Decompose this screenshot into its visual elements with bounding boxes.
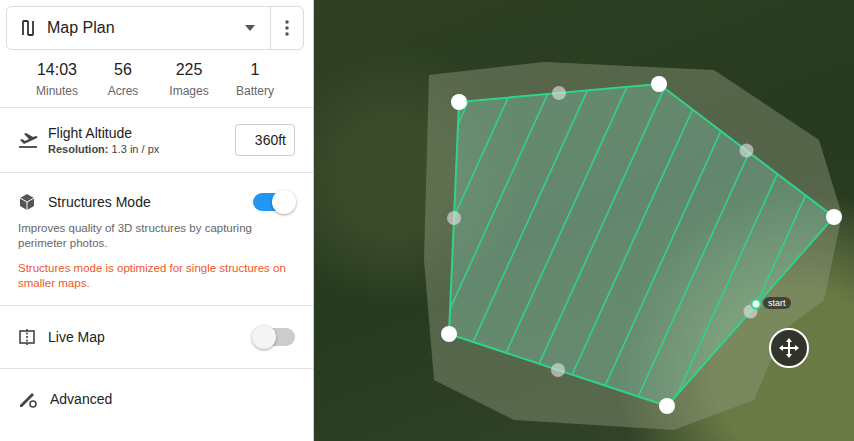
vertex-handle[interactable]: [659, 398, 675, 414]
vertex-handle[interactable]: [826, 209, 842, 225]
structures-mode-header: Structures Mode: [18, 193, 295, 211]
advanced-row[interactable]: Advanced: [0, 368, 313, 428]
flight-line: [732, 0, 853, 441]
advanced-settings-icon: [18, 389, 38, 409]
stat-value: 56: [114, 61, 132, 79]
flight-line: [466, 0, 666, 441]
flight-path-icon: [19, 19, 37, 37]
plan-title: Map Plan: [47, 19, 234, 37]
vertex-handle[interactable]: [651, 76, 667, 92]
altitude-input[interactable]: 360ft: [235, 124, 295, 156]
move-arrows-icon: [778, 337, 800, 359]
flight-plan-overlay: [314, 0, 853, 441]
structures-mode-description: Improves quality of 3D structures by cap…: [18, 221, 295, 251]
midpoint-handle[interactable]: [552, 86, 566, 100]
flight-line: [314, 0, 438, 441]
toggle-knob: [272, 190, 296, 214]
stat-item: 14:03 Minutes: [24, 61, 90, 98]
flight-line: [504, 0, 704, 441]
caret-down-icon: [244, 24, 256, 32]
start-marker: [752, 300, 761, 309]
structures-mode-warning: Structures mode is optimized for single …: [18, 261, 295, 291]
move-button[interactable]: [769, 328, 809, 368]
survey-area[interactable]: [449, 84, 834, 406]
altitude-text: Flight Altitude Resolution: 1.3 in / px: [48, 125, 225, 155]
plan-header: Map Plan: [6, 6, 304, 50]
stat-value: 14:03: [37, 61, 77, 79]
flight-line: [352, 0, 552, 441]
cube-icon: [18, 193, 36, 211]
flight-line: [618, 0, 818, 441]
flight-line: [428, 0, 628, 441]
midpoint-handle[interactable]: [740, 144, 754, 158]
flight-line: [770, 0, 853, 441]
flight-line: [314, 0, 476, 441]
live-map-row: Live Map: [0, 305, 313, 368]
imagery-extent: [424, 62, 842, 430]
stat-label: Acres: [108, 84, 139, 98]
kebab-icon: [285, 20, 289, 36]
midpoint-handle[interactable]: [551, 363, 565, 377]
toggle-knob: [252, 325, 276, 349]
map-view[interactable]: start: [314, 0, 854, 441]
flight-altitude-row: Flight Altitude Resolution: 1.3 in / px …: [0, 107, 313, 172]
flight-line: [846, 0, 853, 441]
stat-label: Images: [169, 84, 208, 98]
flight-line: [808, 0, 853, 441]
vertex-handle[interactable]: [451, 94, 467, 110]
stat-value: 1: [251, 61, 260, 79]
plan-stats: 14:03 Minutes56 Acres225 Images1 Battery: [0, 50, 313, 104]
start-label: start: [763, 297, 791, 309]
flight-line: [314, 0, 514, 441]
stat-value: 225: [176, 61, 203, 79]
altitude-label: Flight Altitude: [48, 125, 225, 141]
flight-line: [390, 0, 590, 441]
stat-label: Minutes: [36, 84, 78, 98]
midpoint-handle[interactable]: [447, 211, 461, 225]
split-view-icon: [18, 328, 36, 346]
flight-lines: [314, 0, 853, 441]
structures-mode-toggle[interactable]: [253, 193, 295, 211]
flight-line: [580, 0, 780, 441]
advanced-label: Advanced: [50, 391, 295, 407]
live-map-toggle[interactable]: [253, 328, 295, 346]
app-screen: Map Plan 14:03 Minutes56 Acres225 Images…: [0, 0, 854, 441]
stat-item: 56 Acres: [90, 61, 156, 98]
stat-item: 225 Images: [156, 61, 222, 98]
plan-selector[interactable]: Map Plan: [7, 7, 270, 49]
live-map-label: Live Map: [48, 329, 241, 345]
resolution: Resolution: 1.3 in / px: [48, 143, 225, 155]
more-menu-button[interactable]: [270, 7, 303, 49]
flight-line: [656, 0, 853, 441]
flight-line: [694, 0, 853, 441]
structures-mode-label: Structures Mode: [48, 194, 241, 210]
flight-line: [542, 0, 742, 441]
stat-item: 1 Battery: [222, 61, 288, 98]
takeoff-plane-icon: [18, 131, 38, 149]
stat-label: Battery: [236, 84, 274, 98]
structures-mode-section: Structures Mode Improves quality of 3D s…: [0, 172, 313, 305]
vertex-handle[interactable]: [441, 326, 457, 342]
side-panel: Map Plan 14:03 Minutes56 Acres225 Images…: [0, 0, 314, 441]
